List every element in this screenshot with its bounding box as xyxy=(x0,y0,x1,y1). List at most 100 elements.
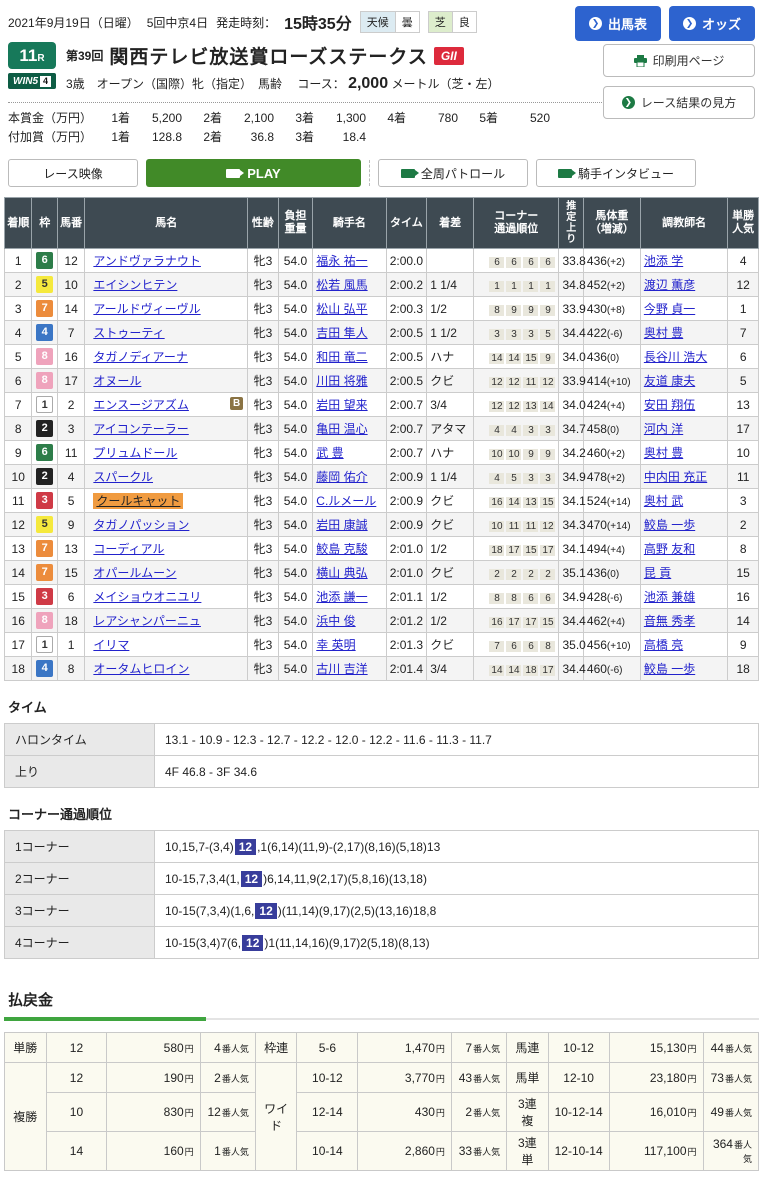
trainer-link[interactable]: 鮫島 一歩 xyxy=(644,662,695,676)
jockey-link[interactable]: 藤岡 佑介 xyxy=(316,470,367,484)
trainer-link[interactable]: 奥村 武 xyxy=(644,494,683,508)
sex-age: 牝3 xyxy=(247,272,279,298)
margin-cell: アタマ xyxy=(426,416,475,442)
corner-order-table: 1コーナー 10,15,7-(3,4) 12,1(6,14)(11,9)-(2,17… xyxy=(4,830,759,960)
horse-link[interactable]: イリマ xyxy=(93,638,129,652)
finish-time: 2:01.2 xyxy=(385,608,428,634)
finish-position: 12 xyxy=(3,512,33,538)
horse-link[interactable]: タガノディアーナ xyxy=(93,350,187,364)
horse-number: 10 xyxy=(56,272,86,298)
payout-popularity: 7番人気 xyxy=(450,1032,508,1064)
patrol-video-button[interactable]: 全周パトロール xyxy=(378,159,528,188)
jockey-link[interactable]: 和田 竜二 xyxy=(316,350,367,364)
odds-label: オッズ xyxy=(701,17,741,32)
trainer-link[interactable]: 中内田 充正 xyxy=(644,470,707,484)
jockey-interview-button[interactable]: 騎手インタビュー xyxy=(536,159,696,188)
horse-link[interactable]: オパールムーン xyxy=(93,566,176,580)
trainer-link[interactable]: 奥村 豊 xyxy=(644,446,683,460)
jockey-link[interactable]: 川田 将雅 xyxy=(316,374,367,388)
horse-link[interactable]: オヌール xyxy=(93,374,141,388)
jockey-link[interactable]: 鮫島 克駿 xyxy=(316,542,367,556)
race-video-button[interactable]: レース映像 xyxy=(8,159,138,188)
jockey-link[interactable]: 横山 典弘 xyxy=(316,566,367,580)
horse-link[interactable]: スパークル xyxy=(93,470,153,484)
horse-name-cell: タガノパッション xyxy=(84,512,249,538)
frame-cell: 2 xyxy=(31,416,58,442)
jockey-link[interactable]: 岩田 望来 xyxy=(316,398,367,412)
horse-link[interactable]: アールドヴィーヴル xyxy=(93,302,200,316)
horse-link[interactable]: エンスージアズム xyxy=(93,398,189,412)
horse-name-cell: エイシンヒテン xyxy=(84,272,249,298)
margin-cell: 1/2 xyxy=(426,584,475,610)
jockey-link[interactable]: 幸 英明 xyxy=(316,638,355,652)
horse-link[interactable]: ストゥーティ xyxy=(93,326,164,340)
trainer-link[interactable]: 長谷川 浩大 xyxy=(644,350,707,364)
corner-position: 15 xyxy=(540,616,556,628)
trainer-link[interactable]: 池添 学 xyxy=(644,254,683,268)
bet-type-label: ワイド xyxy=(254,1062,298,1172)
print-page-button[interactable]: 印刷用ページ xyxy=(603,44,755,77)
horse-link[interactable]: エイシンヒテン xyxy=(93,278,177,292)
finish-position: 4 xyxy=(3,320,33,346)
finish-time: 2:00.0 xyxy=(385,248,428,274)
trainer-link[interactable]: 池添 兼雄 xyxy=(644,590,695,604)
last-3f-time: 34.1 xyxy=(558,488,586,514)
jockey-link[interactable]: C.ルメール xyxy=(316,494,376,508)
bodyweight-cell: 470(+14) xyxy=(582,512,641,538)
trainer-link[interactable]: 渡辺 薫彦 xyxy=(644,278,695,292)
jockey-link[interactable]: 武 豊 xyxy=(316,446,343,460)
horse-link[interactable]: プリュムドール xyxy=(93,446,177,460)
jockey-link[interactable]: 岩田 康誠 xyxy=(316,518,367,532)
carried-weight: 54.0 xyxy=(277,368,314,394)
jockey-link[interactable]: 亀田 温心 xyxy=(316,422,367,436)
highlighted-horse-number: 12 xyxy=(255,902,277,919)
trainer-link[interactable]: 河内 洋 xyxy=(644,422,683,436)
horse-link[interactable]: コーディアル xyxy=(93,542,164,556)
result-row: 8 2 3 アイコンテーラー 牝3 54.0 亀田 温心 2:00.7 アタマ 4 4 3 3 34.7 4… xyxy=(3,416,759,442)
horse-link[interactable]: アイコンテーラー xyxy=(93,422,188,436)
result-row: 9 6 11 プリュムドール 牝3 54.0 武 豊 2:00.7 ハナ 10 10 9 9 34.2 46… xyxy=(3,440,759,466)
jockey-link[interactable]: 池添 謙一 xyxy=(316,590,367,604)
results-column-header: 負担 重量 xyxy=(277,197,314,250)
margin-cell: クビ xyxy=(426,368,475,394)
entry-table-button[interactable]: ❯ 出馬表 xyxy=(574,6,661,41)
trainer-link[interactable]: 安田 翔伍 xyxy=(644,398,695,412)
payout-popularity: 2番人気 xyxy=(199,1062,256,1094)
trainer-link[interactable]: 高野 友和 xyxy=(644,542,695,556)
results-column-header: 調教師名 xyxy=(639,197,729,250)
horse-name-cell: アンドヴァラナウト xyxy=(84,248,249,274)
horse-link[interactable]: アンドヴァラナウト xyxy=(93,254,201,268)
sex-age: 牝3 xyxy=(247,536,279,562)
print-page-label: 印刷用ページ xyxy=(652,54,725,68)
result-guide-button[interactable]: ❯ レース結果の見方 xyxy=(603,86,755,119)
trainer-link[interactable]: 今野 貞一 xyxy=(644,302,695,316)
horse-number: 15 xyxy=(56,560,86,586)
horse-name-cell: イリマ xyxy=(84,632,249,658)
horse-link[interactable]: タガノパッション xyxy=(93,518,189,532)
horse-link[interactable]: オータムヒロイン xyxy=(93,662,189,676)
odds-button[interactable]: ❯ オッズ xyxy=(668,6,755,41)
trainer-link[interactable]: 高橋 亮 xyxy=(644,638,683,652)
corner-position: 17 xyxy=(540,664,556,676)
jockey-link[interactable]: 古川 吉洋 xyxy=(316,662,367,676)
jockey-link[interactable]: 松山 弘平 xyxy=(316,302,367,316)
horse-link[interactable]: クールキャット xyxy=(93,493,184,510)
finish-time: 2:01.3 xyxy=(385,632,428,658)
jockey-link[interactable]: 福永 祐一 xyxy=(316,254,367,268)
margin-cell xyxy=(426,248,475,274)
trainer-link[interactable]: 音無 秀孝 xyxy=(644,614,695,628)
jockey-link[interactable]: 浜中 俊 xyxy=(316,614,355,628)
trainer-link[interactable]: 鮫島 一歩 xyxy=(644,518,695,532)
trainer-cell: 池添 兼雄 xyxy=(639,584,729,610)
trainer-link[interactable]: 昆 貢 xyxy=(644,566,671,580)
jockey-link[interactable]: 吉田 隼人 xyxy=(316,326,367,340)
corner-position: 3 xyxy=(523,472,539,484)
play-button[interactable]: PLAY xyxy=(146,159,361,188)
horse-link[interactable]: レアシャンパーニュ xyxy=(93,614,201,628)
trainer-link[interactable]: 奥村 豊 xyxy=(644,326,683,340)
bodyweight-cell: 458(0) xyxy=(582,416,641,442)
trainer-link[interactable]: 友道 康夫 xyxy=(644,374,695,388)
horse-link[interactable]: メイショウオニユリ xyxy=(93,590,201,604)
jockey-link[interactable]: 松若 風馬 xyxy=(316,278,367,292)
corner-position: 6 xyxy=(506,256,522,268)
